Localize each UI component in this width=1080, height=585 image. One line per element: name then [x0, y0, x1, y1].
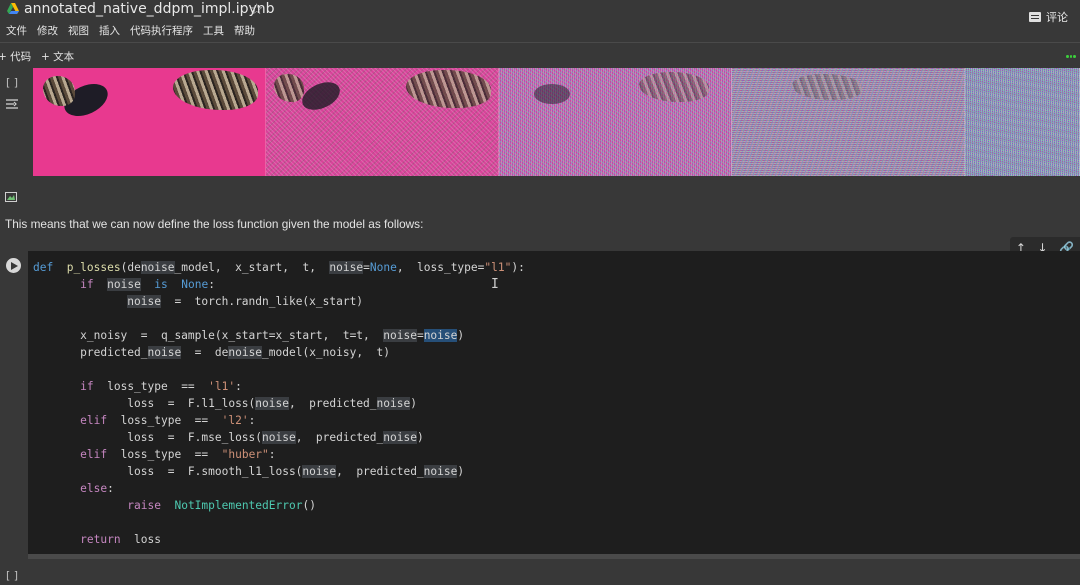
google-drive-icon: [7, 3, 19, 14]
noise-step-image: [498, 68, 732, 176]
code-line: return loss: [80, 533, 161, 546]
star-icon[interactable]: ☆: [250, 0, 263, 18]
diffusion-noise-image-strip: [33, 68, 1080, 176]
code-line: else:: [80, 482, 114, 495]
code-editor[interactable]: def p_losses(denoise_model, x_start, t, …: [33, 259, 525, 548]
code-line: loss = F.smooth_l1_loss(noise, predicted…: [33, 465, 465, 478]
code-cell-gutter: [0, 251, 28, 554]
notebook-toolbar: + 代码 + 文本: [0, 42, 1080, 67]
menu-bar: 文件 修改 视图 插入 代码执行程序 工具 帮助: [0, 23, 260, 39]
code-line: loss = F.mse_loss(noise, predicted_noise…: [33, 431, 424, 444]
horizontal-scrollbar[interactable]: [28, 554, 1080, 559]
code-line: elif loss_type == 'l2':: [80, 414, 256, 427]
code-line: if loss_type == 'l1':: [80, 380, 242, 393]
menu-insert[interactable]: 插入: [94, 23, 125, 39]
noise-step-image: [964, 68, 1080, 176]
noise-step-image: [731, 68, 965, 176]
add-text-button[interactable]: + 文本: [41, 49, 74, 64]
code-line: def p_losses(denoise_model, x_start, t, …: [33, 261, 525, 274]
code-line: noise = torch.randn_like(x_start): [127, 295, 364, 308]
output-toggle-icon[interactable]: [5, 98, 19, 110]
noise-step-image: [33, 68, 266, 176]
markdown-text: This means that we can now define the lo…: [5, 217, 424, 231]
menu-tools[interactable]: 工具: [198, 23, 229, 39]
noise-step-image: [265, 68, 499, 176]
code-line: if noise is None:: [80, 278, 215, 291]
next-cell-run-indicator[interactable]: [ ]: [6, 569, 18, 582]
title-bar: annotated_native_ddpm_impl.ipynb ☆ 评论: [0, 0, 1080, 25]
run-cell-button[interactable]: [6, 258, 21, 273]
notebook-title[interactable]: annotated_native_ddpm_impl.ipynb: [24, 1, 275, 17]
broken-image-icon: [5, 192, 17, 202]
menu-help[interactable]: 帮助: [229, 23, 260, 39]
text-cursor-icon: I: [491, 277, 499, 292]
code-cell[interactable]: def p_losses(denoise_model, x_start, t, …: [0, 251, 1080, 554]
code-line: x_noisy = q_sample(x_start=x_start, t=t,…: [33, 329, 465, 342]
output-cell-run-indicator[interactable]: [ ]: [6, 76, 18, 89]
menu-view[interactable]: 视图: [63, 23, 94, 39]
code-line: loss = F.l1_loss(noise, predicted_noise): [33, 397, 417, 410]
menu-file[interactable]: 文件: [0, 23, 32, 39]
code-line: raise NotImplementedError(): [127, 499, 316, 512]
comment-icon: [1029, 12, 1041, 22]
comment-button[interactable]: 评论: [1029, 9, 1068, 25]
connection-status-icon[interactable]: [1066, 55, 1077, 58]
menu-edit[interactable]: 修改: [32, 23, 63, 39]
code-line: elif loss_type == "huber":: [80, 448, 276, 461]
menu-runtime[interactable]: 代码执行程序: [125, 23, 198, 39]
code-line: predicted_noise = denoise_model(x_noisy,…: [33, 346, 391, 359]
add-code-button[interactable]: + 代码: [0, 49, 31, 64]
comment-label: 评论: [1046, 11, 1068, 24]
